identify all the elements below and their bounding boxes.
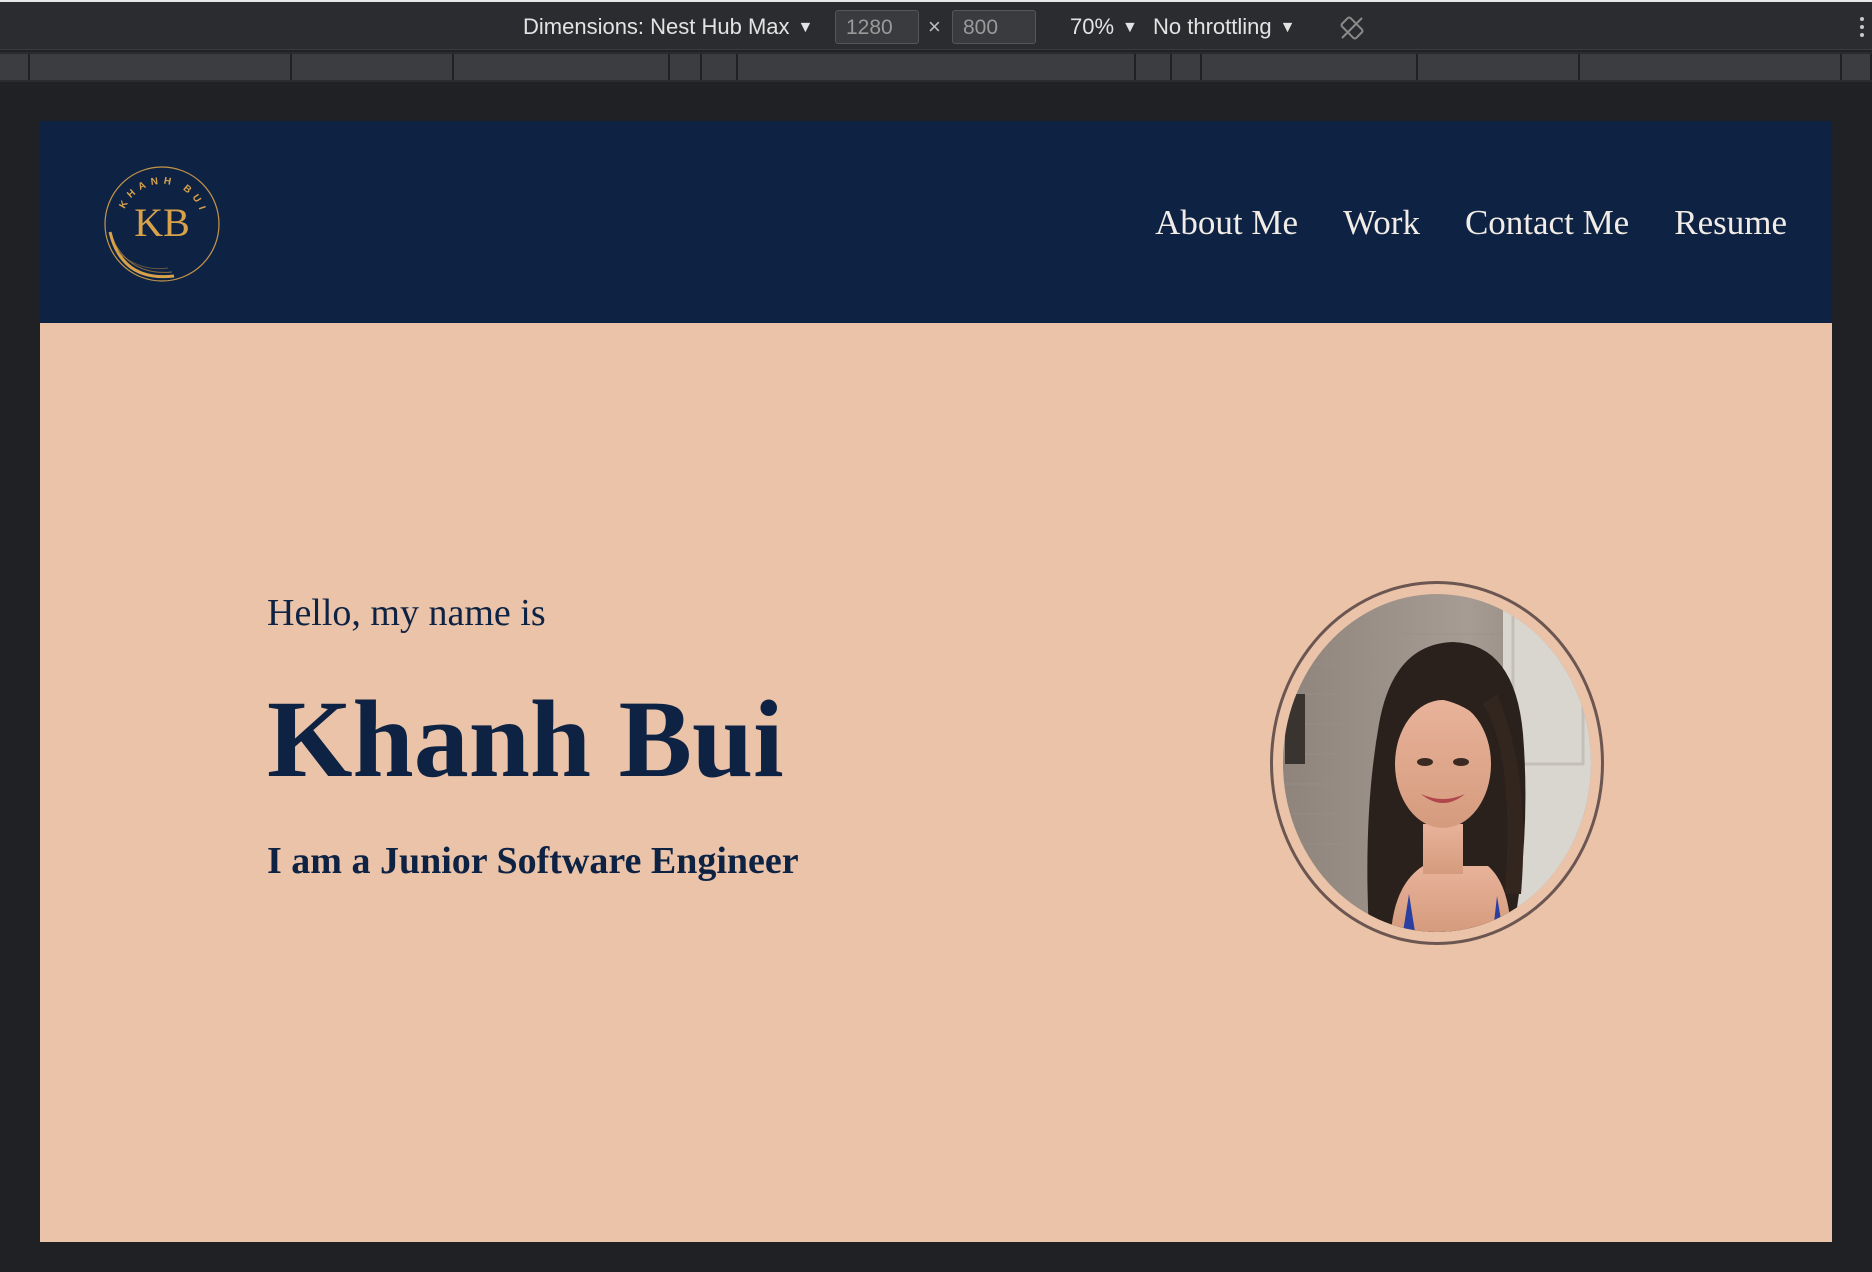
throttling-selector[interactable]: No throttling ▼: [1153, 12, 1295, 42]
device-toolbar: Dimensions: Nest Hub Max ▼ 1280 × 800 70%…: [0, 0, 1872, 50]
dropdown-arrow-icon: ▼: [1122, 19, 1138, 36]
ruler-segment[interactable]: [1418, 54, 1580, 80]
ruler-segment[interactable]: [1842, 54, 1872, 80]
nav-about-me[interactable]: About Me: [1155, 203, 1298, 243]
nav-contact-me[interactable]: Contact Me: [1465, 203, 1629, 243]
ruler-segment[interactable]: [454, 54, 670, 80]
device-label: Dimensions: Nest Hub Max: [523, 14, 790, 39]
viewport-height-input[interactable]: 800: [952, 10, 1036, 44]
hero-name: Khanh Bui: [267, 678, 784, 800]
profile-photo: [1283, 594, 1591, 932]
ruler-segment[interactable]: [30, 54, 292, 80]
main-nav: About Me Work Contact Me Resume: [1155, 203, 1787, 243]
media-query-ruler: [0, 52, 1872, 82]
ruler-segment[interactable]: [292, 54, 454, 80]
hero-greeting: Hello, my name is: [267, 592, 546, 634]
logo-monogram: KB: [134, 200, 190, 245]
nav-resume[interactable]: Resume: [1674, 203, 1787, 243]
nav-work[interactable]: Work: [1343, 203, 1420, 243]
zoom-label: 70%: [1070, 14, 1115, 39]
zoom-selector[interactable]: 70% ▼: [1070, 12, 1138, 42]
more-options-icon[interactable]: [1860, 14, 1868, 44]
ruler-segment[interactable]: [1580, 54, 1842, 80]
hero-section: Hello, my name is Khanh Bui I am a Junio…: [267, 591, 799, 883]
dropdown-arrow-icon: ▼: [1279, 19, 1296, 36]
site-logo[interactable]: KHANH BUI KB: [102, 164, 222, 284]
viewport-width-input[interactable]: 1280: [835, 10, 919, 44]
ruler-segment[interactable]: [0, 54, 30, 80]
throttling-label: No throttling: [1153, 14, 1272, 39]
dropdown-arrow-icon: ▼: [797, 19, 814, 36]
ruler-segment[interactable]: [670, 54, 702, 80]
ruler-segment[interactable]: [1136, 54, 1172, 80]
ruler-segment[interactable]: [738, 54, 1136, 80]
ruler-segment[interactable]: [1202, 54, 1418, 80]
hero-tagline: I am a Junior Software Engineer: [267, 840, 799, 882]
device-selector[interactable]: Dimensions: Nest Hub Max ▼: [523, 12, 813, 42]
ruler-segment[interactable]: [1172, 54, 1202, 80]
page-viewport: KHANH BUI KB About Me Work Contact Me Re…: [40, 121, 1832, 1242]
dimension-separator: ×: [928, 14, 941, 39]
rotate-icon[interactable]: [1338, 14, 1366, 42]
site-header: KHANH BUI KB About Me Work Contact Me Re…: [40, 121, 1832, 323]
ruler-segment[interactable]: [702, 54, 738, 80]
